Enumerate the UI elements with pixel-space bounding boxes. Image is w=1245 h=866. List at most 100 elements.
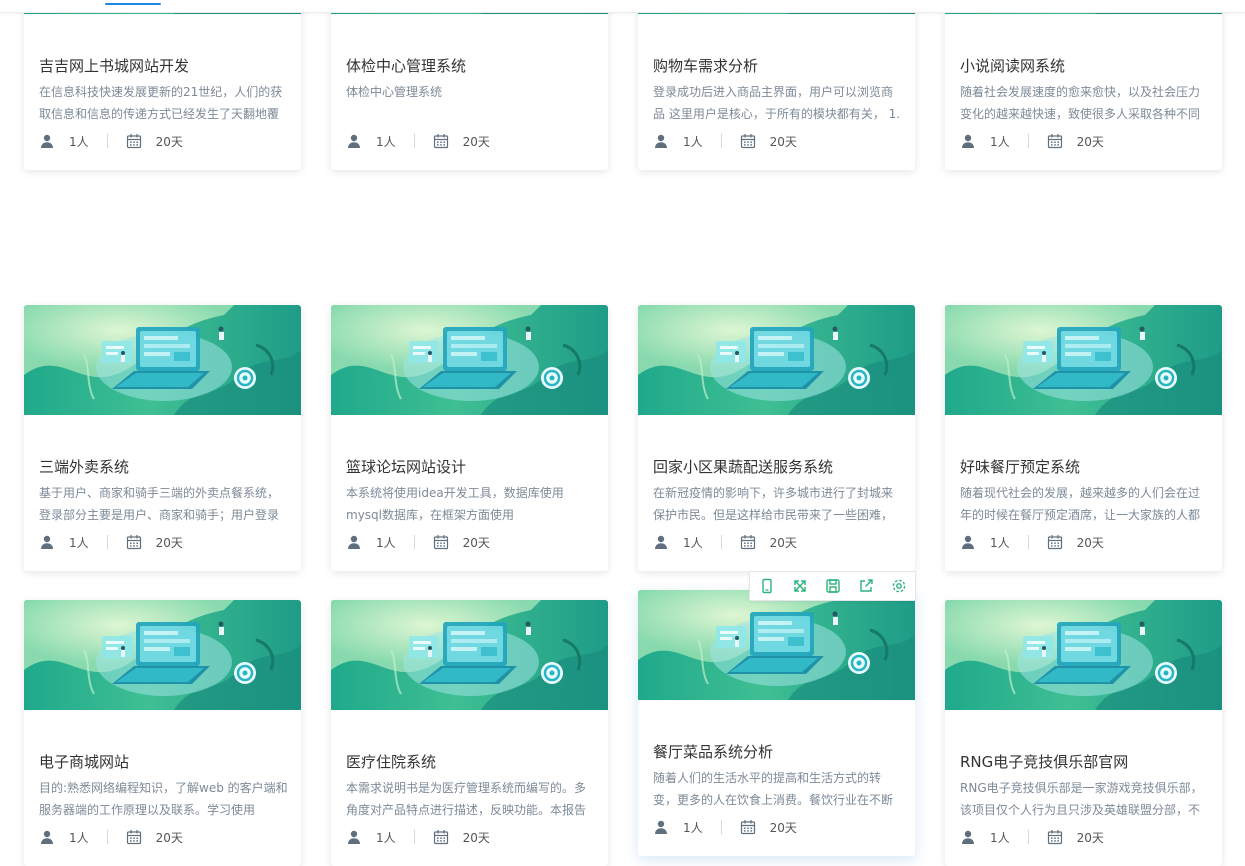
meta-divider (106, 134, 108, 148)
card-title[interactable]: 购物车需求分析 (653, 55, 903, 76)
member-count: 1人 (990, 134, 1010, 149)
duration-days: 20天 (769, 535, 797, 550)
member-count: 1人 (683, 535, 703, 550)
duration-days: 20天 (155, 535, 183, 550)
card-description: 本需求说明书是为医疗管理系统而编写的。多角度对产品特点进行描述，反映功能。本报告 (346, 781, 587, 817)
calendar-icon (433, 534, 449, 550)
meta-divider (720, 134, 722, 148)
active-tab-indicator (105, 3, 161, 5)
calendar-icon (740, 534, 756, 550)
card-banner-illustration (331, 600, 608, 710)
card-description: 在信息科技快速发展更新的21世纪，人们的获取信息和信息的传递方式已经发生了天翻地… (39, 85, 283, 121)
meta-divider (720, 535, 722, 549)
card-meta: 1人 20天 (653, 818, 797, 836)
card-meta: 1人 20天 (960, 533, 1104, 551)
member-count: 1人 (69, 830, 89, 845)
duration-days: 20天 (1076, 535, 1104, 550)
card-description: 随着社会发展速度的愈来愈快，以及社会压力变化的越来越快速，致使很多人采取各种不同 (960, 85, 1201, 121)
duration-days: 20天 (769, 820, 797, 835)
card-title[interactable]: 好味餐厅预定系统 (960, 456, 1210, 477)
project-card[interactable]: 体检中心管理系统 体检中心管理系统 1人 20天 (331, 0, 608, 170)
calendar-icon (1047, 829, 1063, 845)
card-meta: 1人 20天 (346, 533, 490, 551)
card-title[interactable]: 电子商城网站 (39, 751, 289, 772)
meta-divider (106, 830, 108, 844)
card-banner-illustration (945, 600, 1222, 710)
member-count: 1人 (376, 830, 396, 845)
duration-days: 20天 (1076, 830, 1104, 845)
save-icon[interactable] (825, 578, 841, 594)
card-title[interactable]: 体检中心管理系统 (346, 55, 596, 76)
user-icon (346, 829, 362, 845)
meta-divider (1027, 535, 1029, 549)
card-title[interactable]: 三端外卖系统 (39, 456, 289, 477)
meta-divider (1027, 830, 1029, 844)
member-count: 1人 (683, 134, 703, 149)
card-description: 基于用户、商家和骑手三端的外卖点餐系统，登录部分主要是用户、商家和骑手；用户登录 (39, 486, 280, 522)
calendar-icon (433, 133, 449, 149)
card-title[interactable]: 吉吉网上书城网站开发 (39, 55, 289, 76)
user-icon (960, 133, 976, 149)
duration-days: 20天 (462, 134, 490, 149)
user-icon (960, 534, 976, 550)
card-banner-illustration (331, 305, 608, 415)
user-icon (653, 534, 669, 550)
card-banner-illustration (945, 305, 1222, 415)
card-meta: 1人 20天 (346, 828, 490, 846)
calendar-icon (1047, 534, 1063, 550)
card-meta: 1人 20天 (653, 132, 797, 150)
project-card[interactable]: 医疗住院系统本需求说明书是为医疗管理系统而编写的。多角度对产品特点进行描述，反映… (331, 600, 608, 866)
card-banner-illustration (24, 305, 301, 415)
user-icon (39, 534, 55, 550)
card-title[interactable]: RNG电子竞技俱乐部官网 (960, 751, 1210, 772)
card-title[interactable]: 小说阅读网系统 (960, 55, 1210, 76)
duration-days: 20天 (155, 830, 183, 845)
member-count: 1人 (990, 535, 1010, 550)
member-count: 1人 (69, 535, 89, 550)
card-banner-illustration (638, 305, 915, 415)
user-icon (39, 829, 55, 845)
card-title[interactable]: 回家小区果蔬配送服务系统 (653, 456, 903, 477)
card-meta: 1人 20天 (39, 828, 183, 846)
calendar-icon (433, 829, 449, 845)
user-icon (653, 133, 669, 149)
member-count: 1人 (376, 134, 396, 149)
user-icon (960, 829, 976, 845)
user-icon (653, 819, 669, 835)
calendar-icon (126, 534, 142, 550)
card-title[interactable]: 餐厅菜品系统分析 (653, 741, 903, 762)
project-card[interactable]: 吉吉网上书城网站开发在信息科技快速发展更新的21世纪，人们的获取信息和信息的传递… (24, 0, 301, 170)
calendar-icon (126, 829, 142, 845)
meta-divider (720, 820, 722, 834)
project-card[interactable]: 电子商城网站目的:熟悉网络编程知识，了解web 的客户端和服务器端的工作原理以及… (24, 600, 301, 866)
tablet-icon[interactable] (759, 578, 775, 594)
project-card[interactable]: 购物车需求分析 登录成功后进入商品主界面，用户可以浏览商品 这里用户是核心，于所有… (638, 0, 915, 170)
project-card[interactable]: 三端外卖系统基于用户、商家和骑手三端的外卖点餐系统，登录部分主要是用户、商家和骑… (24, 305, 301, 571)
member-count: 1人 (683, 820, 703, 835)
card-meta: 1人 20天 (346, 132, 490, 150)
member-count: 1人 (376, 535, 396, 550)
fullscreen-icon[interactable] (792, 578, 808, 594)
card-description: 目的:熟悉网络编程知识，了解web 的客户端和服务器端的工作原理以及联系。学习使… (39, 781, 288, 817)
card-description: 随着现代社会的发展，越来越多的人们会在过年的时候在餐厅预定酒席，让一大家族的人都 (960, 486, 1201, 522)
share-icon[interactable] (858, 578, 874, 594)
meta-divider (413, 535, 415, 549)
card-meta: 1人 20天 (960, 828, 1104, 846)
top-nav-bar (0, 0, 1245, 13)
project-card[interactable]: 好味餐厅预定系统随着现代社会的发展，越来越多的人们会在过年的时候在餐厅预定酒席，… (945, 305, 1222, 571)
member-count: 1人 (990, 830, 1010, 845)
calendar-icon (740, 133, 756, 149)
project-card[interactable]: 小说阅读网系统随着社会发展速度的愈来愈快，以及社会压力变化的越来越快速，致使很多… (945, 0, 1222, 170)
card-title[interactable]: 医疗住院系统 (346, 751, 596, 772)
user-icon (39, 133, 55, 149)
card-meta: 1人 20天 (39, 533, 183, 551)
card-title[interactable]: 篮球论坛网站设计 (346, 456, 596, 477)
duration-days: 20天 (462, 535, 490, 550)
card-meta: 1人 20天 (960, 132, 1104, 150)
project-card[interactable]: 篮球论坛网站设计 本系统将使用idea开发工具，数据库使用mysql数据库，在框架… (331, 305, 608, 571)
project-card[interactable]: 餐厅菜品系统分析 随着人们的生活水平的提高和生活方式的转变，更多的人在饮食上消费。… (638, 590, 915, 856)
project-card[interactable]: RNG电子竞技俱乐部官网 RNG电子竞技俱乐部是一家游戏竞技俱乐部，该项目仅个人行… (945, 600, 1222, 866)
settings-icon[interactable] (891, 578, 907, 594)
project-card[interactable]: 回家小区果蔬配送服务系统 在新冠疫情的影响下，许多城市进行了封城来保护市民。但是这… (638, 305, 915, 571)
calendar-icon (740, 819, 756, 835)
